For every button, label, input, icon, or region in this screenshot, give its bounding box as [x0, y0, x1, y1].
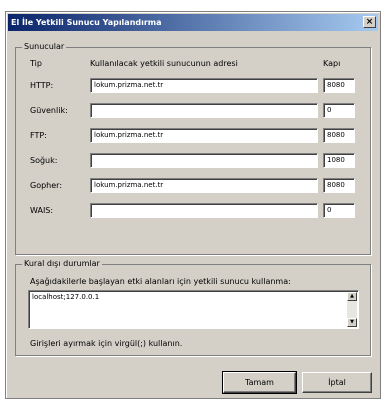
wais-port-input[interactable]: 0 [323, 203, 355, 218]
secure-port-input[interactable]: 0 [323, 103, 355, 118]
http-address-input[interactable]: lokum.prizma.net.tr [90, 78, 318, 93]
scroll-up-icon[interactable]: ▲ [347, 292, 357, 301]
secure-address-input[interactable] [90, 103, 318, 118]
exceptions-description: Aşağıdakilerle başlayan etki alanları iç… [30, 277, 291, 286]
gopher-label: Gopher: [30, 181, 63, 190]
cancel-button[interactable]: İptal [302, 372, 372, 393]
servers-group: Sunucular Tip Kullanılacak yetkili sunuc… [15, 42, 371, 255]
socks-port-input[interactable]: 1080 [323, 153, 355, 168]
socks-label: Soğuk: [30, 156, 58, 165]
http-port-input[interactable]: 8080 [323, 78, 355, 93]
ftp-port-input[interactable]: 8080 [323, 128, 355, 143]
http-label: HTTP: [30, 81, 54, 90]
exceptions-hint: Girişleri ayırmak için virgül(;) kullanı… [30, 339, 183, 348]
close-icon: × [365, 17, 374, 27]
column-address-header: Kullanılacak yetkili sunucunun adresi [90, 59, 238, 68]
secure-label: Güvenlik: [30, 106, 68, 115]
exceptions-scrollbar[interactable]: ▲ ▼ [347, 292, 357, 327]
ftp-label: FTP: [30, 131, 47, 140]
exceptions-group: Kural dışı durumlar Aşağıdakilerle başla… [15, 259, 371, 356]
window-title: El İle Yetkili Sunucu Yapılandırma [11, 18, 162, 27]
wais-address-input[interactable] [90, 203, 318, 218]
socks-address-input[interactable] [90, 153, 318, 168]
exceptions-textarea[interactable]: localhost;127.0.0.1 ▲ ▼ [28, 290, 359, 329]
gopher-address-input[interactable]: lokum.prizma.net.tr [90, 178, 318, 193]
exceptions-value: localhost;127.0.0.1 [32, 293, 100, 301]
column-type-header: Tip [30, 59, 42, 68]
wais-label: WAIS: [30, 206, 54, 215]
servers-legend: Sunucular [22, 42, 67, 51]
ftp-address-input[interactable]: lokum.prizma.net.tr [90, 128, 318, 143]
close-button[interactable]: × [363, 16, 376, 28]
title-bar: El İle Yetkili Sunucu Yapılandırma × [8, 14, 378, 31]
scroll-down-icon[interactable]: ▼ [347, 318, 357, 327]
exceptions-legend: Kural dışı durumlar [22, 259, 102, 268]
gopher-port-input[interactable]: 8080 [323, 178, 355, 193]
proxy-settings-dialog: El İle Yetkili Sunucu Yapılandırma × Sun… [5, 11, 381, 399]
ok-button[interactable]: Tamam [222, 371, 297, 394]
column-port-header: Kapı [323, 59, 341, 68]
